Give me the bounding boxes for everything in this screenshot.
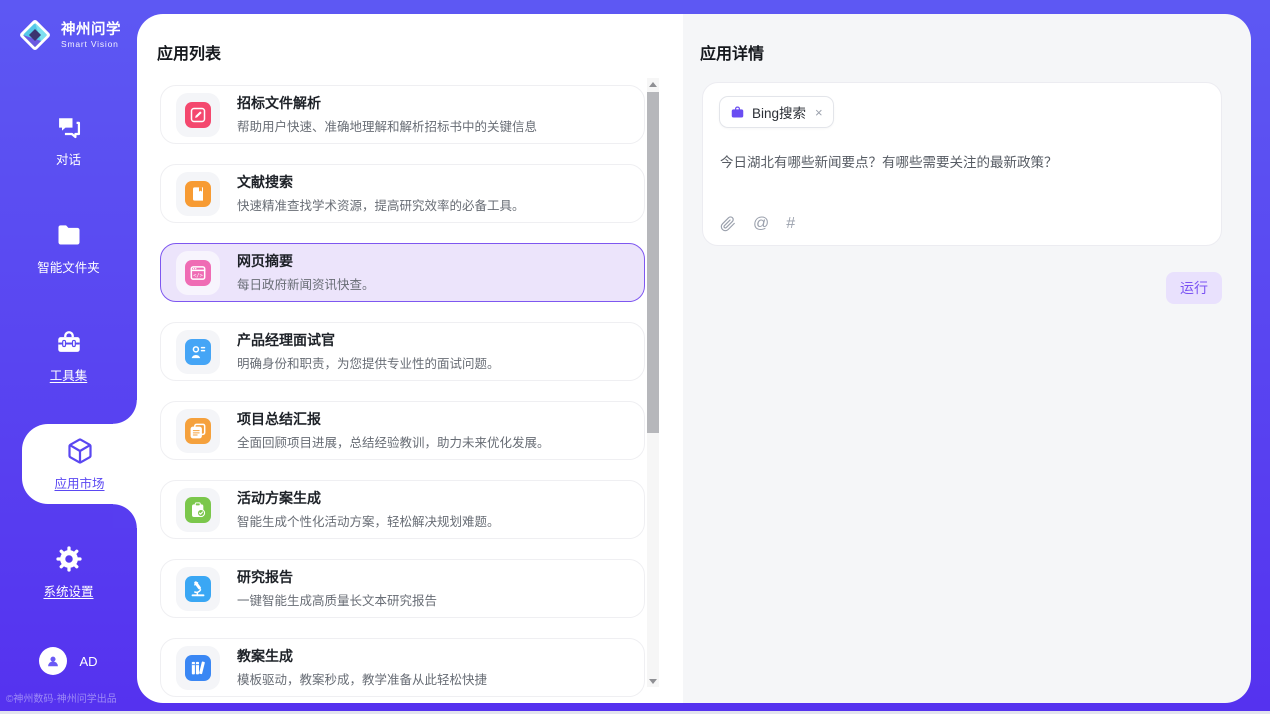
gear-icon — [55, 545, 83, 573]
app-icon-tile: </> — [176, 251, 220, 295]
chip-close-icon[interactable]: × — [815, 106, 823, 119]
sidebar-item-label: 工具集 — [50, 365, 88, 384]
app-name: 活动方案生成 — [237, 490, 500, 507]
tool-chip-label: Bing搜索 — [752, 102, 806, 122]
app-name: 研究报告 — [237, 569, 437, 586]
notes-icon — [185, 418, 211, 444]
sidebar-item-settings[interactable]: 系统设置 — [0, 532, 137, 612]
brand: 神州问学 Smart Vision — [0, 0, 137, 54]
app-card-lesson-plan[interactable]: 教案生成 模板驱动，教案秒成，教学准备从此轻松快捷 — [160, 638, 645, 697]
app-detail-panel: 应用详情 Bing搜索 × 今日湖北有哪些新闻要点？有哪些需要关注的最新政策？ … — [683, 14, 1251, 703]
app-description: 明确身份和职责，为您提供专业性的面试问题。 — [237, 353, 500, 372]
app-card-event-plan[interactable]: 活动方案生成 智能生成个性化活动方案，轻松解决规划难题。 — [160, 480, 645, 539]
webpage-icon: </> — [185, 260, 211, 286]
brand-subtitle: Smart Vision — [61, 39, 121, 49]
app-description: 全面回顾项目进展，总结经验教训，助力未来优化发展。 — [237, 432, 550, 451]
tool-chip-bing-search[interactable]: Bing搜索 × — [719, 96, 834, 128]
app-name: 网页摘要 — [237, 253, 375, 270]
app-description: 每日政府新闻资讯快查。 — [237, 274, 375, 293]
sidebar-item-label: 智能文件夹 — [37, 257, 100, 276]
paperclip-icon[interactable] — [720, 216, 736, 232]
svg-text:</>: </> — [193, 272, 204, 278]
app-name: 项目总结汇报 — [237, 411, 550, 428]
hash-icon[interactable]: # — [786, 216, 795, 232]
app-name: 产品经理面试官 — [237, 332, 500, 349]
scroll-up-arrow-icon[interactable] — [647, 78, 659, 90]
main-panel: 应用列表 招标文件解析 帮助用户快速、准确地理解和解析招标书中的关键信息 文献搜… — [137, 14, 1251, 703]
toolbox-icon — [55, 329, 83, 357]
sidebar-item-label: 系统设置 — [43, 581, 93, 600]
app-icon-tile — [176, 172, 220, 216]
app-card-research-report[interactable]: 研究报告 一键智能生成高质量长文本研究报告 — [160, 559, 645, 618]
app-name: 教案生成 — [237, 648, 487, 665]
app-icon-tile — [176, 488, 220, 532]
app-card-webpage-summary[interactable]: </> 网页摘要 每日政府新闻资讯快查。 — [160, 243, 645, 302]
sidebar-item-toolset[interactable]: 工具集 — [0, 316, 137, 396]
app-name: 招标文件解析 — [237, 95, 537, 112]
app-detail-title: 应用详情 — [700, 40, 764, 64]
app-card-list: 招标文件解析 帮助用户快速、准确地理解和解析招标书中的关键信息 文献搜索 快速精… — [160, 85, 645, 703]
sidebar-item-label: 对话 — [56, 149, 81, 168]
app-description: 帮助用户快速、准确地理解和解析招标书中的关键信息 — [237, 116, 537, 135]
sidebar-item-app-market[interactable]: 应用市场 — [22, 424, 137, 504]
user-initials: AD — [79, 654, 97, 669]
app-list-title: 应用列表 — [157, 40, 221, 64]
book-icon — [185, 181, 211, 207]
app-card-tender-parse[interactable]: 招标文件解析 帮助用户快速、准确地理解和解析招标书中的关键信息 — [160, 85, 645, 144]
interviewer-icon — [185, 339, 211, 365]
sidebar-item-label: 应用市场 — [54, 473, 104, 492]
app-icon-tile — [176, 93, 220, 137]
app-card-pm-interviewer[interactable]: 产品经理面试官 明确身份和职责，为您提供专业性的面试问题。 — [160, 322, 645, 381]
clipboard-check-icon — [185, 497, 211, 523]
scroll-down-arrow-icon[interactable] — [647, 675, 659, 687]
user-avatar-icon — [39, 647, 67, 675]
at-icon[interactable]: @ — [753, 216, 769, 232]
query-input-card[interactable]: Bing搜索 × 今日湖北有哪些新闻要点？有哪些需要关注的最新政策？ @# — [702, 82, 1222, 246]
sidebar-item-smart-folders[interactable]: 智能文件夹 — [0, 208, 137, 288]
app-icon-tile — [176, 409, 220, 453]
app-icon-tile — [176, 646, 220, 690]
briefcase-icon — [730, 105, 745, 120]
scrollbar-thumb[interactable] — [647, 92, 659, 433]
brand-name: 神州问学 — [61, 22, 121, 39]
sidebar-nav: 对话 智能文件夹 工具集 应用市场 系统设置 — [0, 100, 137, 640]
app-description: 快速精准查找学术资源，提高研究效率的必备工具。 — [237, 195, 525, 214]
chat-icon — [55, 113, 83, 141]
app-description: 智能生成个性化活动方案，轻松解决规划难题。 — [237, 511, 500, 530]
app-icon-tile — [176, 567, 220, 611]
app-description: 一键智能生成高质量长文本研究报告 — [237, 590, 437, 609]
app-card-literature-search[interactable]: 文献搜索 快速精准查找学术资源，提高研究效率的必备工具。 — [160, 164, 645, 223]
app-card-project-summary[interactable]: 项目总结汇报 全面回顾项目进展，总结经验教训，助力未来优化发展。 — [160, 401, 645, 460]
edit-document-icon — [185, 102, 211, 128]
copyright-footer: ©神州数码·神州问学出品 — [6, 690, 117, 705]
microscope-icon — [185, 576, 211, 602]
sidebar: 神州问学 Smart Vision 对话 智能文件夹 工具集 应用市场 系统设置… — [0, 0, 137, 711]
attachment-toolbar: @# — [720, 216, 795, 232]
sidebar-item-chat[interactable]: 对话 — [0, 100, 137, 180]
scrollbar[interactable] — [647, 78, 659, 687]
books-icon — [185, 655, 211, 681]
app-description: 模板驱动，教案秒成，教学准备从此轻松快捷 — [237, 669, 487, 688]
app-name: 文献搜索 — [237, 174, 525, 191]
app-list-panel: 应用列表 招标文件解析 帮助用户快速、准确地理解和解析招标书中的关键信息 文献搜… — [137, 14, 683, 703]
folder-icon — [55, 221, 83, 249]
cube-icon — [66, 437, 94, 465]
user-row[interactable]: AD — [0, 647, 137, 675]
brand-logo-icon — [16, 16, 54, 54]
app-icon-tile — [176, 330, 220, 374]
run-button[interactable]: 运行 — [1166, 272, 1222, 304]
query-text[interactable]: 今日湖北有哪些新闻要点？有哪些需要关注的最新政策？ — [720, 151, 1205, 171]
